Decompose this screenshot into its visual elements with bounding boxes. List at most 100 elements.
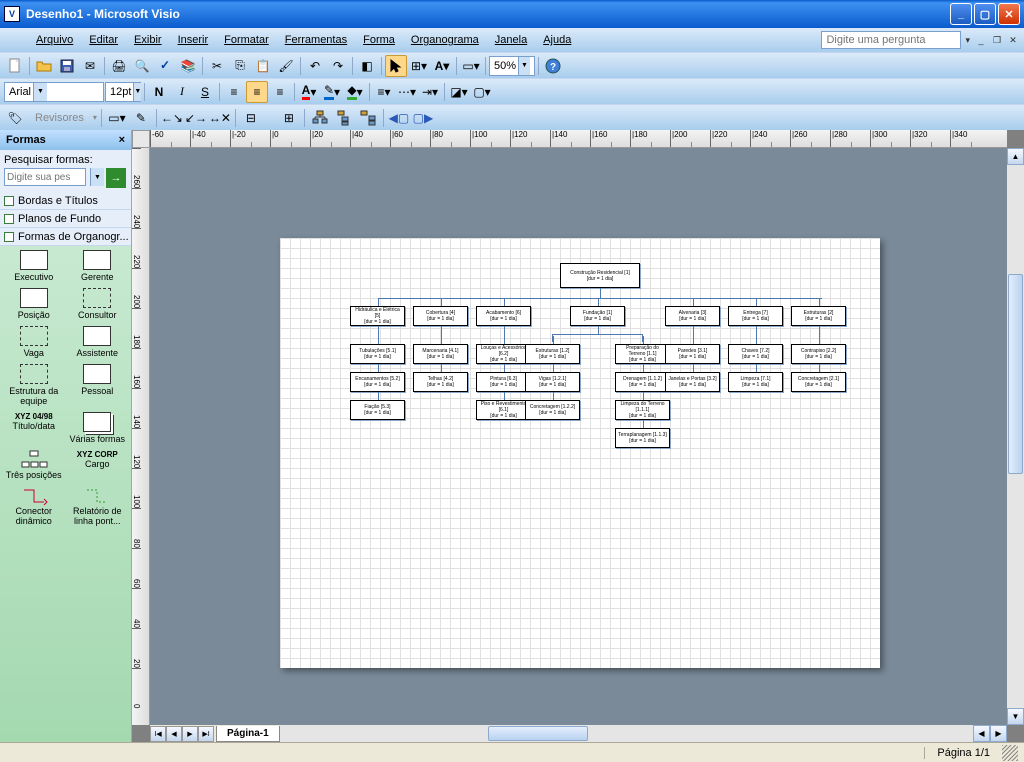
text-tool-button[interactable]: A▾ bbox=[431, 55, 453, 77]
review-eraser-button[interactable]: ✎ bbox=[130, 107, 152, 129]
scroll-up-button[interactable]: ▲ bbox=[1007, 148, 1024, 165]
shape-position[interactable]: Posição bbox=[4, 288, 64, 320]
line-pattern-button[interactable]: ⋯▾ bbox=[396, 81, 418, 103]
bold-button[interactable]: N bbox=[148, 81, 170, 103]
org-chart-node[interactable]: Preparação do Terreno [1.1][dur = 1 dia] bbox=[615, 344, 670, 364]
page-nav-prev-button[interactable]: ◀ bbox=[166, 726, 182, 742]
stencil-item-orgchart[interactable]: Formas de Organogr... bbox=[0, 228, 131, 246]
redo-button[interactable]: ↷ bbox=[327, 55, 349, 77]
paste-button[interactable]: 📋 bbox=[252, 55, 274, 77]
org-chart-node[interactable]: Chaves [7.2][dur = 1 dia] bbox=[728, 344, 783, 364]
vertical-scroll-thumb[interactable] bbox=[1008, 274, 1023, 474]
org-chart-node[interactable]: Drenagem [1.1.2][dur = 1 dia] bbox=[615, 372, 670, 392]
window-minimize-button[interactable]: _ bbox=[950, 3, 972, 25]
font-size-select[interactable]: 12pt▼ bbox=[105, 82, 141, 102]
shape-consultant[interactable]: Consultor bbox=[68, 288, 128, 320]
orgchart-layout-horizontal-button[interactable] bbox=[309, 107, 331, 129]
ruler-corner[interactable] bbox=[132, 130, 150, 148]
drawing-tools-button[interactable]: ▭▾ bbox=[460, 55, 482, 77]
menu-format[interactable]: Formatar bbox=[216, 32, 277, 48]
org-chart-node[interactable]: Concretagem [2.1][dur = 1 dia] bbox=[791, 372, 846, 392]
org-chart-node[interactable]: Limpeza do Terreno [1.1.1][dur = 1 dia] bbox=[615, 400, 670, 420]
drawing-page[interactable]: Construção Residencial [1][dur = 1 dia]H… bbox=[280, 238, 880, 668]
page-tab-1[interactable]: Página-1 bbox=[216, 726, 280, 742]
org-chart-node[interactable]: Tubulações [5.1][dur = 1 dia] bbox=[350, 344, 405, 364]
shape-multi-shapes[interactable]: Várias formas bbox=[68, 412, 128, 444]
undo-button[interactable]: ↶ bbox=[304, 55, 326, 77]
save-button[interactable] bbox=[56, 55, 78, 77]
org-chart-node[interactable]: Estruturas [2][dur = 1 dia] bbox=[791, 306, 846, 326]
shape-three-positions[interactable]: Três posições bbox=[4, 450, 64, 480]
orgchart-move-right-button[interactable]: ▢▶ bbox=[412, 107, 434, 129]
print-button[interactable]: 🖨 bbox=[108, 55, 130, 77]
org-chart-node[interactable]: Marcenaria [4.1][dur = 1 dia] bbox=[413, 344, 468, 364]
underline-button[interactable]: S bbox=[194, 81, 216, 103]
window-close-button[interactable]: ✕ bbox=[998, 3, 1020, 25]
email-button[interactable]: ✉ bbox=[79, 55, 101, 77]
vertical-ruler[interactable]: 260240220200180160140120100806040200 bbox=[132, 148, 150, 725]
spelling-button[interactable]: ✓ bbox=[154, 55, 176, 77]
menu-shape[interactable]: Forma bbox=[355, 32, 403, 48]
org-chart-node[interactable]: Fundação [1][dur = 1 dia] bbox=[570, 306, 625, 326]
org-chart-node[interactable]: Estruturas [1.2][dur = 1 dia] bbox=[525, 344, 580, 364]
orgchart-layout-side-button[interactable] bbox=[357, 107, 379, 129]
canvas-viewport[interactable]: Construção Residencial [1][dur = 1 dia]H… bbox=[150, 148, 1007, 725]
scroll-left-button[interactable]: ◀ bbox=[973, 725, 990, 742]
doc-restore-button[interactable]: ❐ bbox=[990, 33, 1004, 47]
connector-tool-button[interactable]: ⊞▾ bbox=[408, 55, 430, 77]
shapes-panel-close-button[interactable]: × bbox=[119, 134, 125, 146]
shape-vacancy[interactable]: Vaga bbox=[4, 326, 64, 358]
orgchart-relayout-button[interactable]: ⊞ bbox=[278, 107, 300, 129]
help-search-input[interactable] bbox=[821, 31, 961, 49]
scroll-right-button[interactable]: ▶ bbox=[990, 725, 1007, 742]
copy-button[interactable]: ⎘ bbox=[229, 55, 251, 77]
orgchart-move-left-button[interactable]: ◀▢ bbox=[388, 107, 410, 129]
review-ink-button[interactable]: ▭▾ bbox=[106, 107, 128, 129]
cut-button[interactable]: ✂ bbox=[206, 55, 228, 77]
page-nav-next-button[interactable]: ▶ bbox=[182, 726, 198, 742]
reviewers-dropdown[interactable]: Revisores bbox=[28, 111, 91, 125]
review-marker-button[interactable]: 🏷 bbox=[4, 107, 26, 129]
horizontal-scroll-thumb[interactable] bbox=[488, 726, 588, 741]
menu-file[interactable]: Arquivo bbox=[28, 32, 81, 48]
org-chart-node[interactable]: Janelas e Portas [3.2][dur = 1 dia] bbox=[665, 372, 720, 392]
org-chart-node[interactable]: Vigas [1.2.1][dur = 1 dia] bbox=[525, 372, 580, 392]
org-chart-node[interactable]: Paredes [3.1][dur = 1 dia] bbox=[665, 344, 720, 364]
resize-grip[interactable] bbox=[1002, 745, 1018, 761]
shape-staff[interactable]: Pessoal bbox=[68, 364, 128, 406]
org-chart-node[interactable]: Concretagem [1.2.2][dur = 1 dia] bbox=[525, 400, 580, 420]
zoom-select[interactable]: 50%▼ bbox=[489, 56, 535, 76]
line-color-button[interactable]: ✎▾ bbox=[321, 81, 343, 103]
org-chart-node[interactable]: Entrega [7][dur = 1 dia] bbox=[728, 306, 783, 326]
align-left-button[interactable]: ≡ bbox=[223, 81, 245, 103]
shape-team-frame[interactable]: Estrutura da equipe bbox=[4, 364, 64, 406]
line-ends-button[interactable]: ⇥▾ bbox=[419, 81, 441, 103]
shadow-button[interactable]: ◪▾ bbox=[448, 81, 470, 103]
research-button[interactable]: 📚 bbox=[177, 55, 199, 77]
menu-window[interactable]: Janela bbox=[487, 32, 535, 48]
org-chart-node[interactable]: Encanamentos [5.2][dur = 1 dia] bbox=[350, 372, 405, 392]
org-chart-node[interactable]: Fiação [5.3][dur = 1 dia] bbox=[350, 400, 405, 420]
doc-minimize-button[interactable]: _ bbox=[974, 33, 988, 47]
org-chart-node[interactable]: Limpeza [7.1][dur = 1 dia] bbox=[728, 372, 783, 392]
pointer-tool-button[interactable] bbox=[385, 55, 407, 77]
doc-close-button[interactable]: ✕ bbox=[1006, 33, 1020, 47]
horizontal-ruler[interactable]: -60|-40|-20|0|20|40|60|80|100|120|140|16… bbox=[150, 130, 1007, 148]
page-nav-last-button[interactable]: ▶I bbox=[198, 726, 214, 742]
scroll-down-button[interactable]: ▼ bbox=[1007, 708, 1024, 725]
fill-color-button[interactable]: ◆▾ bbox=[344, 81, 366, 103]
org-chart-node[interactable]: Acabamento [6][dur = 1 dia] bbox=[476, 306, 531, 326]
line-weight-button[interactable]: ≡▾ bbox=[373, 81, 395, 103]
shape-dynamic-connector[interactable]: Conector dinâmico bbox=[4, 486, 64, 526]
window-maximize-button[interactable]: ▢ bbox=[974, 3, 996, 25]
print-preview-button[interactable]: 🔍 bbox=[131, 55, 153, 77]
org-chart-node[interactable]: Louças e Acessórios [6.2][dur = 1 dia] bbox=[476, 344, 531, 364]
shapes-search-input[interactable] bbox=[4, 168, 86, 186]
menu-view[interactable]: Exibir bbox=[126, 32, 170, 48]
open-button[interactable] bbox=[33, 55, 55, 77]
review-next-button[interactable]: ↙→ bbox=[185, 107, 207, 129]
vertical-scrollbar[interactable]: ▲ ▼ bbox=[1007, 148, 1024, 725]
org-chart-node[interactable]: Telhas [4.2][dur = 1 dia] bbox=[413, 372, 468, 392]
orgchart-layout-vertical-button[interactable] bbox=[333, 107, 355, 129]
help-button[interactable]: ? bbox=[542, 55, 564, 77]
